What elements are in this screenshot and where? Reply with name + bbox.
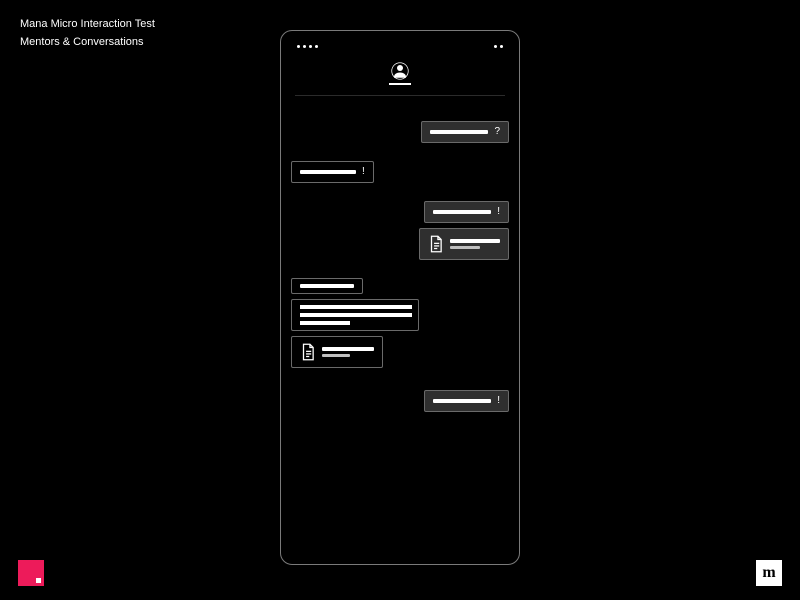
- invision-badge-icon[interactable]: [18, 560, 44, 586]
- message-incoming[interactable]: [291, 278, 509, 294]
- page-subtitle: Mentors & Conversations: [20, 36, 144, 48]
- message-outgoing[interactable]: ?: [291, 121, 509, 143]
- status-bar: [281, 31, 519, 56]
- message-trail: !: [497, 396, 500, 406]
- page-title: Mana Micro Interaction Test: [20, 18, 155, 30]
- message-trail: !: [362, 167, 365, 177]
- message-trail: !: [497, 207, 500, 217]
- message-outgoing-attachment[interactable]: [291, 228, 509, 260]
- chat-header: [281, 56, 519, 95]
- conversation-list[interactable]: ? ! !: [281, 96, 519, 412]
- phone-frame: ? ! !: [280, 30, 520, 565]
- message-outgoing[interactable]: !: [291, 390, 509, 412]
- message-incoming-attachment[interactable]: [291, 336, 509, 368]
- active-contact-tab[interactable]: [389, 62, 411, 85]
- brand-logo[interactable]: m: [756, 560, 782, 586]
- message-incoming[interactable]: [291, 299, 509, 331]
- avatar-icon: [391, 62, 409, 80]
- message-trail: ?: [494, 127, 500, 137]
- signal-dots-icon: [297, 45, 318, 48]
- document-icon: [300, 343, 316, 361]
- status-dots-icon: [494, 45, 503, 48]
- message-outgoing[interactable]: !: [291, 201, 509, 223]
- message-incoming[interactable]: !: [291, 161, 509, 183]
- document-icon: [428, 235, 444, 253]
